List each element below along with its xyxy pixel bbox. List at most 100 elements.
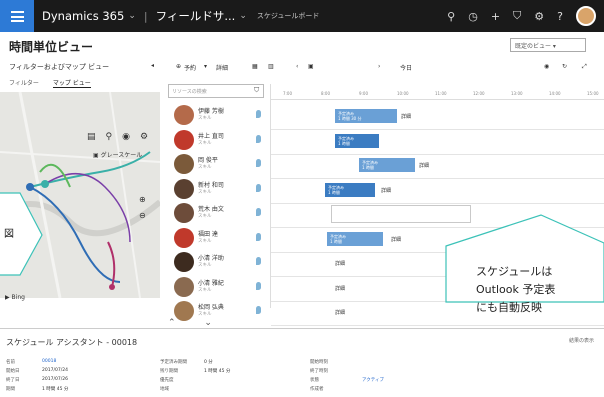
resource-item[interactable]: 小清 洋助 スキル	[168, 249, 268, 275]
map-pin-icon[interactable]	[256, 232, 261, 241]
resource-item[interactable]: 岡 俊平 スキル	[168, 151, 268, 177]
module-name[interactable]: フィールドサ...	[156, 8, 236, 24]
top-nav-bar: Dynamics 365 ⌄ | フィールドサ... ⌄ スケジュールボード ⚲…	[0, 0, 604, 32]
app-switch-chevron-icon[interactable]: ⌄	[128, 11, 136, 21]
map-pin-icon[interactable]	[256, 257, 261, 265]
resource-skill: スキル	[198, 263, 212, 268]
map-pin-icon[interactable]	[256, 159, 261, 167]
page-title: 時間単位ビュー	[9, 40, 94, 54]
layers-icon[interactable]: ▤	[87, 132, 96, 142]
panel-tabs: フィルター マップ ビュー	[9, 78, 91, 88]
gear-icon[interactable]: ⚙	[534, 10, 544, 23]
prev-icon[interactable]: ‹	[296, 63, 298, 70]
resource-avatar	[174, 105, 194, 125]
map-canvas	[0, 92, 160, 298]
collapse-caret-icon[interactable]: ◂	[151, 62, 154, 69]
show-results-link[interactable]: 結果の表示	[569, 337, 594, 344]
help-icon[interactable]: ?	[557, 10, 563, 23]
board-row[interactable]: 予定済み 1 時間 詳細	[271, 178, 604, 204]
collapse-up-icon[interactable]: ⌃	[168, 318, 176, 328]
board-row[interactable]: 予定済み 1 時間 詳細	[271, 227, 604, 253]
filter-icon[interactable]: ⛉	[513, 9, 521, 23]
resource-avatar	[174, 227, 194, 248]
module-chevron-icon[interactable]: ⌄	[239, 11, 247, 21]
resource-skill: スキル	[198, 214, 212, 219]
map-pin-icon[interactable]	[256, 208, 261, 216]
app-launcher-icon[interactable]	[0, 0, 34, 32]
settings-icon[interactable]: ⚙	[140, 132, 148, 142]
today-button[interactable]: 今日	[400, 63, 412, 72]
booking-label: 詳細	[381, 187, 392, 194]
hour-label: 7:00	[283, 91, 292, 96]
resource-skill: スキル	[198, 140, 212, 146]
map-pin-icon[interactable]	[256, 183, 261, 192]
resource-skill: スキル	[198, 116, 212, 121]
resource-skill: スキル	[198, 287, 212, 293]
hour-label: 10:00	[397, 91, 409, 96]
booking-label: 詳細	[391, 236, 402, 243]
booking-block[interactable]: 予定済み 1 時間	[325, 182, 375, 197]
target-icon[interactable]: ◉	[544, 63, 549, 70]
board-row[interactable]: 予定済み 1 時間 30 分詳細	[271, 104, 604, 130]
clock-icon[interactable]: ◷	[468, 10, 478, 23]
zoom-in-icon[interactable]: ⊕	[139, 192, 146, 208]
booking-block[interactable]: 予定済み 1 時間 30 分	[335, 109, 397, 123]
hour-label: 8:00	[321, 91, 330, 96]
booking-duration: 1 時間	[330, 238, 342, 244]
field-key: 終了日	[6, 378, 20, 383]
map-pin-icon[interactable]	[256, 281, 261, 290]
locate-icon[interactable]: ◉	[122, 132, 130, 142]
assistant-title: スケジュール アシスタント - 00018	[6, 338, 138, 347]
tab-map-view[interactable]: マップ ビュー	[52, 78, 91, 88]
hour-label: 12:00	[473, 91, 485, 96]
zoom-controls: ⊕ ⊖	[139, 192, 146, 224]
map-pin-icon[interactable]	[256, 110, 261, 118]
resource-search-input[interactable]: リソースの検索	[168, 84, 264, 98]
plus-icon[interactable]: +	[491, 10, 500, 23]
field-link[interactable]: 00018	[42, 359, 56, 364]
field-key: 作成者	[310, 387, 324, 392]
booking-block[interactable]: 予定済み 1 時間	[327, 231, 383, 246]
search-icon[interactable]: ⚲	[447, 10, 455, 23]
map-pin-icon[interactable]	[256, 134, 261, 143]
map-view[interactable]: ▤ ⚲ ◉ ⚙ ▣ グレースケール ⊕ ⊖	[0, 92, 160, 298]
booking-label: 詳細	[401, 114, 412, 120]
next-icon[interactable]: ›	[378, 63, 380, 70]
zoom-search-icon[interactable]: ⚲	[106, 132, 113, 142]
user-avatar[interactable]	[576, 6, 596, 26]
open-slot[interactable]	[331, 205, 471, 223]
booking-block[interactable]: 予定済み 1 時間	[359, 158, 415, 172]
resource-item[interactable]: 井上 直司 スキル	[168, 127, 268, 153]
booking-duration: 1 時間	[362, 165, 374, 170]
resource-filter-icon[interactable]: ⛉	[254, 86, 259, 95]
resource-item[interactable]: 伊藤 芳樹 スキル	[168, 102, 268, 128]
calendar-icon[interactable]: ▣	[308, 63, 314, 70]
board-row[interactable]: 予定済み 1 時間	[271, 129, 604, 155]
hour-label: 15:00	[587, 91, 599, 96]
map-pin-icon[interactable]	[256, 306, 261, 314]
resource-item[interactable]: 新村 和司 スキル	[168, 176, 268, 202]
app-name[interactable]: Dynamics 365	[42, 9, 124, 23]
resource-item[interactable]: 福田 達スキル	[168, 225, 268, 251]
board-row[interactable]: 予定済み 1 時間 詳細	[271, 153, 604, 179]
zoom-out-icon[interactable]: ⊖	[139, 208, 146, 224]
field-value: 0 分	[204, 360, 213, 365]
refresh-icon[interactable]: ↻	[562, 63, 567, 70]
expand-down-icon[interactable]: ⌄	[204, 318, 212, 328]
tab-filter[interactable]: フィルター	[9, 78, 39, 88]
resource-item[interactable]: 小清 雅紀 スキル	[168, 274, 268, 300]
grayscale-option[interactable]: ▣ グレースケール	[93, 150, 142, 159]
view-select[interactable]: 既定のビュー ▾	[510, 38, 586, 52]
booking-block[interactable]: 予定済み 1 時間	[335, 133, 379, 148]
field-link[interactable]: アクティブ	[362, 377, 384, 383]
resource-skill: スキル	[198, 189, 212, 195]
resource-avatar	[174, 178, 194, 199]
resource-item[interactable]: 荒木 由文 スキル	[168, 200, 268, 226]
expand-icon[interactable]: ⤢	[582, 63, 587, 71]
field-key: 開始日	[6, 369, 20, 374]
field-value: 1 時間 45 分	[42, 387, 69, 392]
current-page-label: スケジュールボード	[256, 12, 320, 20]
callout-line-1: スケジュールは	[476, 265, 553, 278]
resource-name: 荒木 由文	[198, 206, 224, 213]
board-row[interactable]	[271, 202, 604, 228]
